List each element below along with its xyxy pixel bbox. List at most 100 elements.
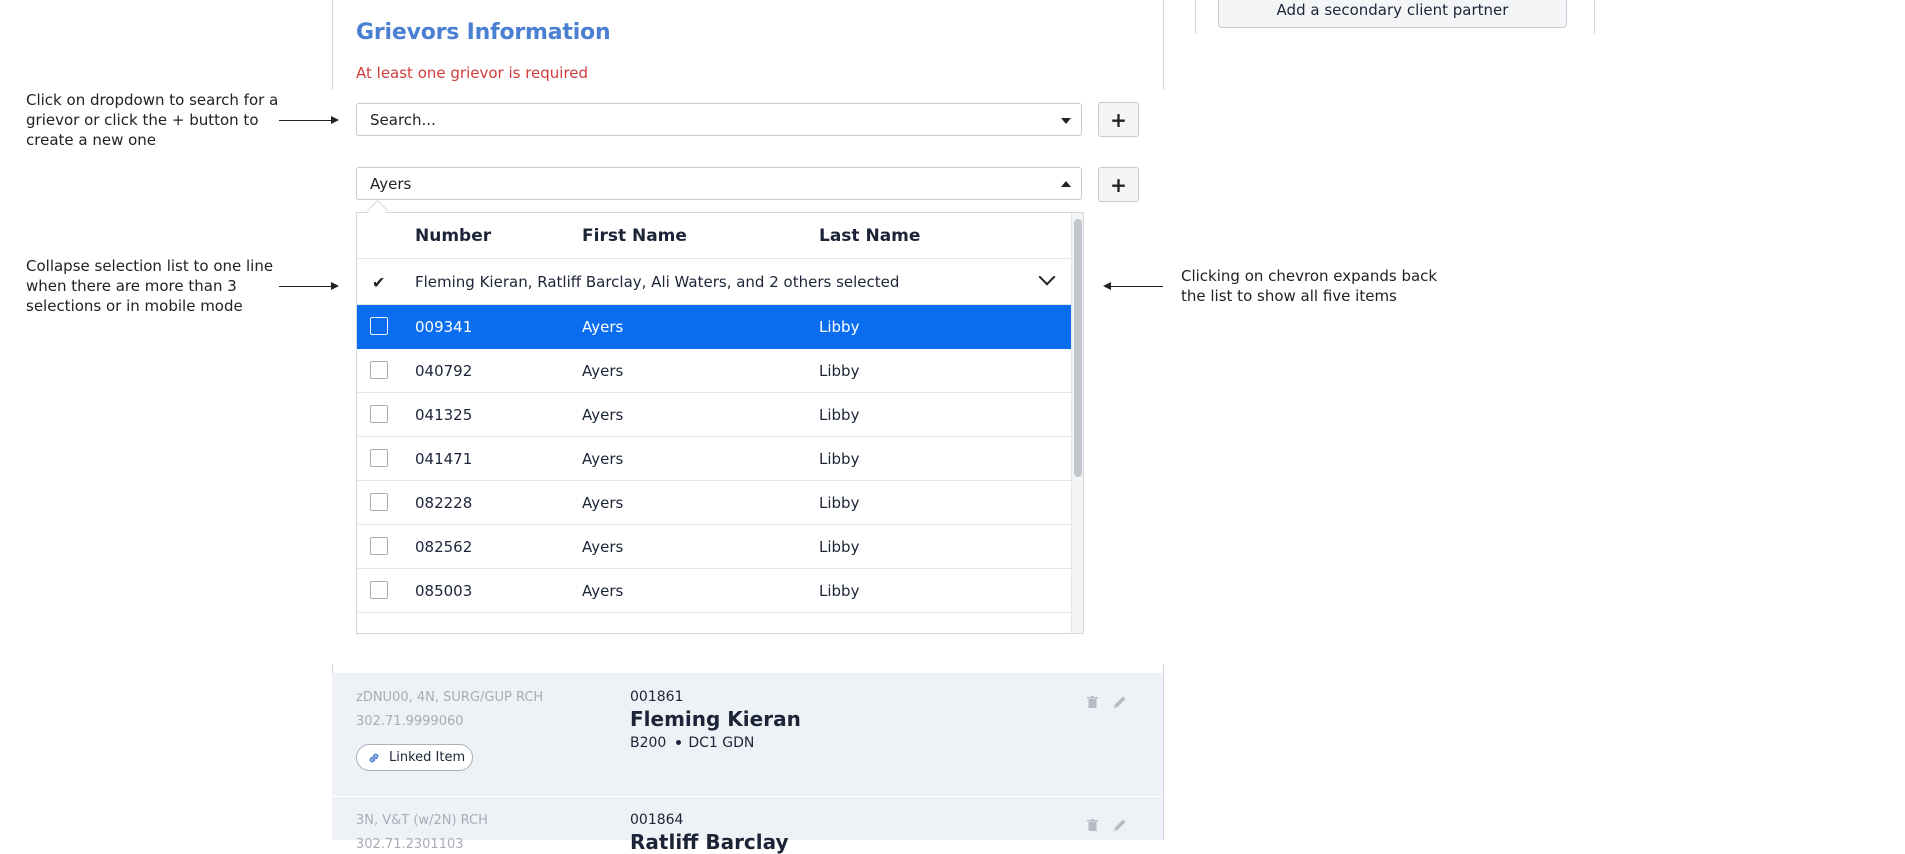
row-checkbox[interactable] xyxy=(370,493,388,511)
panel-left-border xyxy=(332,0,333,90)
trash-icon[interactable] xyxy=(1087,819,1098,831)
validation-error: At least one grievor is required xyxy=(356,64,589,82)
grievor-open-select[interactable]: Ayers xyxy=(356,167,1082,200)
grievor-search-value: Search... xyxy=(370,111,436,129)
note-line: selections or in mobile mode xyxy=(26,297,243,315)
grievor-dropdown-list: Number First Name Last Name ✔ Fleming Ki… xyxy=(356,212,1084,634)
card-name: Ratliff Barclay xyxy=(630,830,789,854)
grievor-search-select[interactable]: Search... xyxy=(356,103,1082,136)
note-line: when there are more than 3 xyxy=(26,277,237,295)
row-number: 040792 xyxy=(415,362,473,380)
bullet-icon xyxy=(676,739,682,745)
row-checkbox[interactable] xyxy=(370,537,388,555)
selection-summary-text: Fleming Kieran, Ratliff Barclay, Ali Wat… xyxy=(415,273,900,291)
list-item[interactable]: 009341 Ayers Libby xyxy=(357,305,1071,349)
card-separator xyxy=(332,796,1163,797)
row-number: 041471 xyxy=(415,450,473,468)
add-secondary-partner-label: Add a secondary client partner xyxy=(1276,1,1509,19)
dropdown-header-row: Number First Name Last Name xyxy=(357,213,1071,259)
caret-up-icon xyxy=(1061,181,1071,187)
arrow-line xyxy=(1111,286,1163,287)
row-last-name: Libby xyxy=(819,406,860,424)
selection-summary-row[interactable]: ✔ Fleming Kieran, Ratliff Barclay, Ali W… xyxy=(357,259,1071,305)
caret-down-icon xyxy=(1061,118,1071,124)
dropdown-scrollbar[interactable] xyxy=(1071,213,1083,633)
row-first-name: Ayers xyxy=(582,318,624,336)
arrow-line xyxy=(279,120,331,121)
row-last-name: Libby xyxy=(819,362,860,380)
link-icon xyxy=(369,753,379,763)
scrollbar-thumb[interactable] xyxy=(1074,219,1082,477)
card-meta: B200 DC1 GDN xyxy=(630,735,754,751)
row-checkbox[interactable] xyxy=(370,449,388,467)
note-line: Click on dropdown to search for a xyxy=(26,91,279,109)
row-first-name: Ayers xyxy=(582,362,624,380)
arrow-right-icon xyxy=(331,116,339,124)
linked-item-badge[interactable]: Linked Item xyxy=(356,744,473,771)
list-item[interactable]: 082562 Ayers Libby xyxy=(357,525,1071,569)
column-first-name: First Name xyxy=(582,226,687,246)
note-line: create a new one xyxy=(26,131,157,149)
row-number: 085003 xyxy=(415,582,473,600)
row-first-name: Ayers xyxy=(582,406,624,424)
add-grievor-button[interactable]: + xyxy=(1098,102,1139,137)
card-location: 3N, V&T (w/2N) RCH xyxy=(356,813,488,828)
row-last-name: Libby xyxy=(819,318,860,336)
list-item[interactable]: 040792 Ayers Libby xyxy=(357,349,1071,393)
note-collapse-instructions: Collapse selection list to one line when… xyxy=(26,256,273,316)
row-last-name: Libby xyxy=(819,582,860,600)
pencil-icon[interactable] xyxy=(1113,818,1127,832)
note-line: Collapse selection list to one line xyxy=(26,257,274,275)
list-item[interactable]: 041325 Ayers Libby xyxy=(357,393,1071,437)
card-number: 001864 xyxy=(630,812,684,828)
list-item[interactable]: 041471 Ayers Libby xyxy=(357,437,1071,481)
note-line: grievor or click the + button to xyxy=(26,111,259,129)
row-first-name: Ayers xyxy=(582,582,624,600)
side-panel-left-border xyxy=(1195,0,1196,34)
plus-icon: + xyxy=(1110,173,1127,197)
row-last-name: Libby xyxy=(819,538,860,556)
pencil-icon[interactable] xyxy=(1113,695,1127,709)
row-checkbox[interactable] xyxy=(370,317,388,335)
row-number: 082562 xyxy=(415,538,473,556)
trash-icon[interactable] xyxy=(1087,696,1098,708)
row-last-name: Libby xyxy=(819,494,860,512)
row-checkbox[interactable] xyxy=(370,405,388,423)
row-number: 041325 xyxy=(415,406,473,424)
section-title: Grievors Information xyxy=(356,20,611,45)
row-last-name: Libby xyxy=(819,450,860,468)
arrow-left-icon xyxy=(1103,282,1111,290)
list-item[interactable]: 082228 Ayers Libby xyxy=(357,481,1071,525)
add-grievor-button-2[interactable]: + xyxy=(1098,167,1139,202)
row-first-name: Ayers xyxy=(582,450,624,468)
cards-right-border xyxy=(1163,664,1164,840)
note-chevron-instructions: Clicking on chevron expands back the lis… xyxy=(1181,266,1437,306)
note-search-instructions: Click on dropdown to search for a grievo… xyxy=(26,90,278,150)
row-first-name: Ayers xyxy=(582,494,624,512)
column-number: Number xyxy=(415,226,492,246)
row-first-name: Ayers xyxy=(582,538,624,556)
side-panel-right-border xyxy=(1594,0,1595,34)
grievor-open-value: Ayers xyxy=(370,175,412,193)
chevron-down-icon[interactable] xyxy=(1038,268,1056,286)
card-unit: DC1 GDN xyxy=(688,735,755,751)
row-number: 009341 xyxy=(415,318,473,336)
card-phone: 302.71.2301103 xyxy=(356,837,464,852)
panel-right-border xyxy=(1163,0,1164,90)
row-number: 082228 xyxy=(415,494,473,512)
linked-item-label: Linked Item xyxy=(389,750,466,765)
column-last-name: Last Name xyxy=(819,226,921,246)
card-number: 001861 xyxy=(630,689,684,705)
card-code: B200 xyxy=(630,735,667,751)
grievor-card: zDNU00, 4N, SURG/GUP RCH 302.71.9999060 … xyxy=(332,673,1163,796)
list-item[interactable]: 085003 Ayers Libby xyxy=(357,569,1071,613)
plus-icon: + xyxy=(1110,108,1127,132)
row-checkbox[interactable] xyxy=(370,361,388,379)
note-line: the list to show all five items xyxy=(1181,287,1397,305)
add-secondary-partner-button[interactable]: Add a secondary client partner xyxy=(1218,0,1567,28)
row-checkbox[interactable] xyxy=(370,581,388,599)
card-location: zDNU00, 4N, SURG/GUP RCH xyxy=(356,690,544,705)
note-line: Clicking on chevron expands back xyxy=(1181,267,1438,285)
card-phone: 302.71.9999060 xyxy=(356,714,464,729)
arrow-right-icon xyxy=(331,282,339,290)
